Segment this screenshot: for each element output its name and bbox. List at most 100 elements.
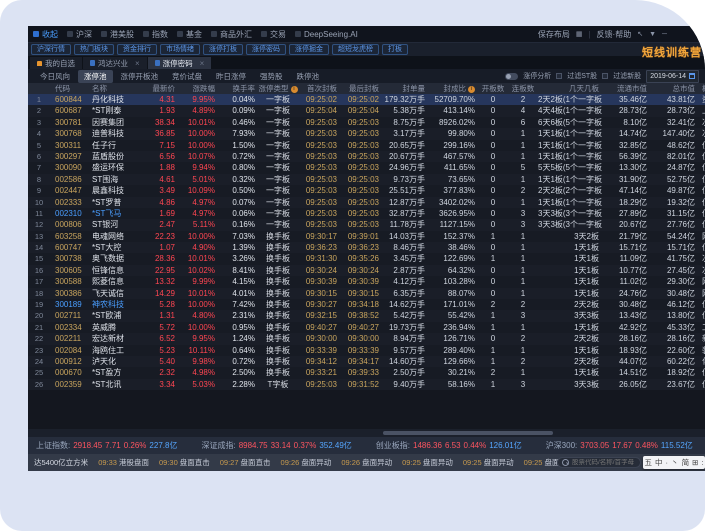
stock-table-row[interactable]: 23002084海鸥住工5.2310.11%0.64%换手板09:33:3909… — [28, 345, 705, 356]
column-header-index[interactable] — [28, 83, 50, 94]
column-header-概念[interactable]: 概念 — [698, 83, 705, 94]
doc-tab-涨停密码[interactable]: 涨停密码× — [148, 57, 212, 69]
stock-table-row[interactable]: 8002586ST围海4.615.01%0.32%一字板09:25:0309:2… — [28, 174, 705, 185]
stock-table-row[interactable]: 10002333*ST罗普4.864.97%0.07%一字板09:25:0309… — [28, 197, 705, 208]
stock-table-row[interactable]: 2600687*ST刚泰1.934.89%0.09%一字板09:25:0409:… — [28, 105, 705, 116]
ime-key[interactable]: · — [666, 458, 669, 467]
feedback-help-button[interactable]: 反馈·帮助 — [597, 29, 632, 40]
ime-key[interactable]: 简 — [682, 457, 690, 468]
cursor-icon[interactable]: ↖ — [637, 30, 643, 38]
news-item[interactable]: 09:26盘面异动 — [341, 457, 392, 468]
stock-table-row[interactable]: 11002310*ST飞马1.694.97%0.06%一字板09:25:0309… — [28, 208, 705, 219]
column-header-最新价[interactable]: 最新价 — [140, 83, 178, 94]
news-headline[interactable]: 达5400亿立方米 — [34, 457, 88, 468]
column-header-封成比[interactable]: 封成比i — [428, 83, 478, 94]
title-tab-基金[interactable]: 基金 — [177, 29, 202, 40]
title-tab-收起[interactable]: 收起 — [33, 29, 58, 40]
news-item[interactable]: 09:27盘面直击 — [220, 457, 271, 468]
index-quote-深证成指[interactable]: 深证成指:8984.7533.140.37%352.49亿 — [201, 440, 351, 451]
column-header-换手率[interactable]: 换手率 — [218, 83, 258, 94]
stock-table-row[interactable]: 18300386飞天诚信14.2910.01%4.01%换手板09:30:150… — [28, 288, 705, 299]
index-quote-创业板指[interactable]: 创业板指:1486.366.530.44%126.01亿 — [376, 440, 522, 451]
title-tab-商品外汇[interactable]: 商品外汇 — [211, 29, 252, 40]
sub-tab-涨停开板池[interactable]: 涨停开板池 — [115, 70, 165, 83]
dropdown-caret-icon[interactable]: ▼ — [649, 31, 656, 38]
column-header-名称[interactable]: 名称 — [90, 83, 140, 94]
ime-key[interactable]: 中 — [655, 457, 663, 468]
column-header-代码[interactable]: 代码 — [50, 83, 90, 94]
nav-button-涨停密码[interactable]: 涨停密码 — [246, 44, 286, 55]
save-layout-button[interactable]: 保存布局 — [538, 29, 570, 40]
news-item[interactable]: 09:26盘面异动 — [281, 457, 332, 468]
column-header-首次封板[interactable]: 首次封板 — [298, 83, 340, 94]
column-header-封单量[interactable]: 封单量 — [382, 83, 428, 94]
ime-key[interactable]: 五 — [645, 457, 653, 468]
sub-tab-强势股[interactable]: 强势股 — [254, 70, 289, 83]
stock-table-row[interactable]: 13603258电魂网络22.2310.00%7.03%换手板09:30:170… — [28, 231, 705, 242]
stock-table-row[interactable]: 19300189神农科技5.2810.00%7.42%换手板09:30:2709… — [28, 299, 705, 310]
stock-table-row[interactable]: 22002211宏达新材6.529.95%1.24%换手板09:30:0009:… — [28, 333, 705, 344]
stock-table-row[interactable]: 1600844丹化科技4.319.95%0.04%一字板09:25:0209:2… — [28, 94, 705, 105]
filter-new-checkbox[interactable] — [602, 73, 608, 79]
title-tab-交易[interactable]: 交易 — [261, 29, 286, 40]
ime-key[interactable]: 丶 — [671, 457, 679, 468]
minimize-icon[interactable]: ─ — [662, 31, 667, 38]
filter-st-checkbox[interactable] — [556, 73, 562, 79]
stock-table-row[interactable]: 25000670*ST盈方2.324.98%2.50%换手板09:33:2109… — [28, 367, 705, 378]
doc-tab-我的自选[interactable]: 我的自选 — [30, 57, 82, 69]
stock-table-row[interactable]: 4300768迪普科技36.8510.00%7.93%一字板09:25:0309… — [28, 128, 705, 139]
column-header-最后封板[interactable]: 最后封板 — [340, 83, 382, 94]
stock-table-row[interactable]: 24000912泸天化5.409.98%0.72%换手板09:34:1209:3… — [28, 356, 705, 367]
news-item[interactable]: 09:25盘面异动 — [402, 457, 453, 468]
news-item[interactable]: 09:33港股盘面 — [98, 457, 149, 468]
nav-button-热门板块[interactable]: 热门板块 — [74, 44, 114, 55]
column-header-总市值[interactable]: 总市值 — [650, 83, 698, 94]
column-header-开板数[interactable]: 开板数 — [478, 83, 508, 94]
column-header-连板数[interactable]: 连板数 — [508, 83, 538, 94]
sub-tab-今日风向[interactable]: 今日风向 — [34, 70, 76, 83]
column-header-涨停类型[interactable]: 涨停类型i — [258, 83, 298, 94]
nav-button-涨停掘金[interactable]: 涨停掘金 — [289, 44, 329, 55]
title-tab-港美股[interactable]: 港美股 — [101, 29, 134, 40]
sub-tab-竞价试盘[interactable]: 竞价试盘 — [166, 70, 208, 83]
column-header-几天几板[interactable]: 几天几板 — [538, 83, 602, 94]
nav-button-资金排行[interactable]: 资金排行 — [117, 44, 157, 55]
index-quote-沪深300[interactable]: 沪深300:3703.0517.670.48%115.52亿 — [546, 440, 693, 451]
doc-tab-鸿达兴业[interactable]: 鸿达兴业× — [83, 57, 147, 69]
sub-tab-涨停池[interactable]: 涨停池 — [78, 70, 113, 83]
layout-grid-icon[interactable]: ▦ — [576, 30, 583, 38]
sub-tab-跌停池[interactable]: 跌停池 — [291, 70, 326, 83]
stock-table-row[interactable]: 20002711*ST欧浦1.314.80%2.31%换手板09:32:1509… — [28, 310, 705, 321]
close-icon[interactable]: × — [200, 59, 205, 68]
nav-button-超短龙虎榜[interactable]: 超短龙虎榜 — [332, 44, 379, 55]
nav-button-打板[interactable]: 打板 — [382, 44, 408, 55]
date-picker[interactable]: 2019-06-14 — [646, 70, 699, 83]
news-item[interactable]: 09:25盘面异动 — [463, 457, 514, 468]
news-item[interactable]: 09:30盘面直击 — [159, 457, 210, 468]
stock-table-row[interactable]: 15300738奥飞数据28.3610.01%3.26%换手板09:31:300… — [28, 253, 705, 264]
index-quote-上证指数[interactable]: 上证指数:2918.457.710.26%227.8亿 — [36, 440, 177, 451]
ime-toolbar[interactable]: 五中·丶简⊞: — [643, 456, 705, 469]
stock-table-row[interactable]: 7300090盛运环保1.889.94%0.80%一字板09:25:0309:2… — [28, 162, 705, 173]
stock-table-row[interactable]: 9002447晨鑫科技3.4910.09%0.50%一字板09:25:0309:… — [28, 185, 705, 196]
title-tab-沪深[interactable]: 沪深 — [67, 29, 92, 40]
title-tab-DeepSeeing.AI[interactable]: DeepSeeing.AI — [295, 30, 358, 39]
limit-analysis-toggle[interactable] — [505, 73, 518, 80]
column-header-涨跌幅[interactable]: 涨跌幅 — [178, 83, 218, 94]
ime-key[interactable]: : — [701, 458, 703, 467]
nav-button-沪深行情[interactable]: 沪深行情 — [31, 44, 71, 55]
stock-table-row[interactable]: 26002359*ST北讯3.345.03%2.28%T字板09:25:0309… — [28, 379, 705, 390]
stock-table-row[interactable]: 21002334英威腾5.7210.00%0.95%换手板09:40:2709:… — [28, 322, 705, 333]
scrollbar-thumb[interactable] — [383, 431, 553, 435]
close-icon[interactable]: × — [135, 59, 140, 68]
stock-table-row[interactable]: 5300311任子行7.1510.00%1.50%一字板09:25:0309:2… — [28, 140, 705, 151]
stock-search-box[interactable] — [557, 457, 641, 468]
stock-table-row[interactable]: 14600747*ST大控1.074.90%1.39%换手板09:36:2309… — [28, 242, 705, 253]
stock-table-row[interactable]: 12000806ST银河2.475.11%0.16%一字板09:25:0309:… — [28, 219, 705, 230]
column-header-流通市值[interactable]: 流通市值 — [602, 83, 650, 94]
stock-table-row[interactable]: 3300781因赛集团38.3410.01%0.46%一字板09:25:0309… — [28, 117, 705, 128]
nav-button-市场情绪[interactable]: 市场情绪 — [160, 44, 200, 55]
nav-button-涨停打板[interactable]: 涨停打板 — [203, 44, 243, 55]
horizontal-scrollbar[interactable] — [28, 429, 705, 437]
stock-table-row[interactable]: 16300605恒锋信息22.9510.02%8.41%换手板09:30:240… — [28, 265, 705, 276]
